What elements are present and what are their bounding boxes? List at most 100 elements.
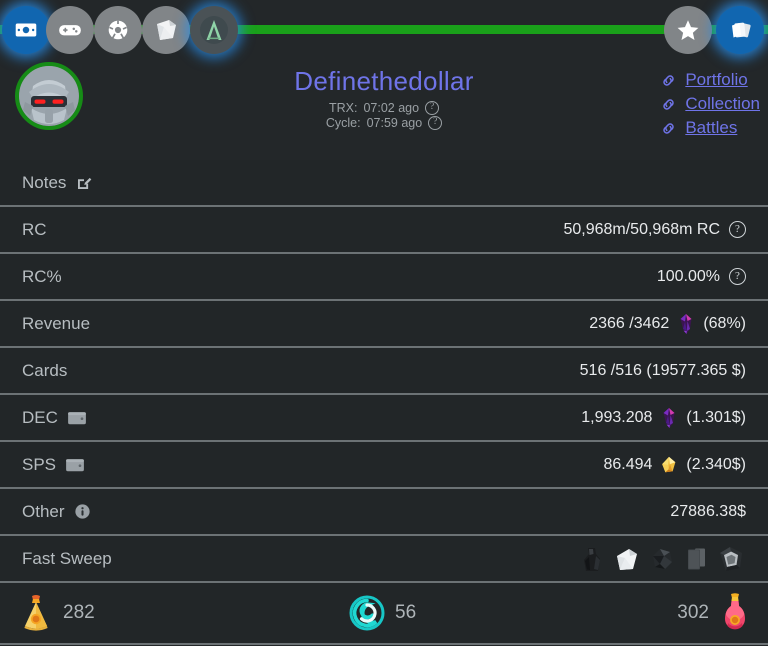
framed-card-icon[interactable]: [716, 544, 746, 574]
potion-dark-icon[interactable]: [580, 544, 606, 574]
fast-sweep-icon-group: [580, 544, 746, 574]
robot-face-icon: [19, 66, 79, 126]
pack-icon-button[interactable]: [142, 6, 190, 54]
trx-help-icon[interactable]: ?: [425, 101, 440, 115]
row-cards-value-group: 516 /516 (19577.365 $): [580, 362, 746, 380]
row-rc[interactable]: RC 50,968m/50,968m RC ?: [0, 207, 768, 254]
link-portfolio-label: Portfolio: [685, 70, 748, 89]
page-title: Definethedollar: [294, 66, 474, 96]
wallet-icon[interactable]: [65, 457, 85, 473]
money-icon: [13, 17, 39, 43]
cycle-label: Cycle:: [325, 116, 361, 130]
teal-vortex-icon: [349, 595, 385, 631]
info-icon[interactable]: [74, 503, 91, 520]
footer-right-value: 302: [677, 602, 709, 623]
link-collection-label: Collection: [685, 94, 760, 113]
trx-line: TRX: 07:02 ago ?: [0, 101, 768, 115]
row-fast-sweep[interactable]: Fast Sweep: [0, 536, 768, 583]
alpha-icon-button[interactable]: [190, 6, 238, 54]
cycle-help-icon[interactable]: ?: [428, 116, 443, 130]
link-collection[interactable]: Collection: [660, 94, 760, 114]
footer-left-cell[interactable]: 282: [18, 593, 95, 633]
row-dec-value: 1,993.208: [581, 408, 653, 426]
top-icon-bar: [0, 0, 768, 60]
link-chain-icon: [663, 74, 675, 86]
row-cards[interactable]: Cards 516 /516 (19577.365 $): [0, 348, 768, 395]
row-rc-label-group: RC: [22, 220, 47, 240]
star-icon: [675, 17, 701, 43]
footer-bar: 282 56 302: [0, 583, 768, 645]
top-icons-group: [0, 0, 768, 60]
avatar[interactable]: [15, 62, 83, 130]
rc-help-icon[interactable]: ?: [729, 221, 746, 238]
stats-list: Notes RC 50,968m/50,968m RC ? RC% 100.00…: [0, 160, 768, 583]
footer-right-cell[interactable]: 302: [677, 592, 752, 634]
link-battles[interactable]: Battles: [660, 118, 737, 138]
cards-icon-button[interactable]: [716, 6, 764, 54]
row-rc-percent[interactable]: RC% 100.00% ?: [0, 254, 768, 301]
crumpled-item-icon[interactable]: [648, 544, 676, 574]
dec-crystal-icon: [680, 313, 692, 334]
row-cards-label-group: Cards: [22, 361, 67, 381]
wallet-icon[interactable]: [67, 410, 87, 426]
row-dec[interactable]: DEC 1,993.208 (1.301$): [0, 395, 768, 442]
footer-mid-cell[interactable]: 56: [348, 594, 416, 632]
link-portfolio[interactable]: Portfolio: [660, 70, 748, 90]
trx-label: TRX:: [328, 101, 358, 115]
row-sps-label-group: SPS: [22, 455, 85, 475]
row-dec-label-group: DEC: [22, 408, 87, 428]
rc-percent-help-icon[interactable]: ?: [729, 268, 746, 285]
external-links: Portfolio Collection Battles: [660, 70, 760, 138]
row-dec-value-group: 1,993.208 (1.301$): [581, 407, 746, 429]
row-revenue-value-group: 2366 /3462 (68%): [589, 313, 746, 335]
gold-pouch-icon: [24, 595, 48, 631]
white-pack-icon[interactable]: [613, 544, 641, 574]
app-root: Definethedollar TRX: 07:02 ago ? Cycle: …: [0, 0, 768, 646]
row-rc-percent-value: 100.00%: [656, 267, 720, 285]
sps-crystal-icon: [662, 456, 676, 472]
footer-left-value: 282: [63, 602, 95, 623]
trx-value: 07:02 ago: [363, 101, 420, 115]
row-other-label-group: Other: [22, 502, 91, 522]
profile-header: Definethedollar TRX: 07:02 ago ? Cycle: …: [0, 60, 768, 160]
row-sps[interactable]: SPS 86.494 (2.340$): [0, 442, 768, 489]
cycle-value: 07:59 ago: [366, 116, 423, 130]
row-revenue-label: Revenue: [22, 313, 91, 333]
row-dec-label: DEC: [22, 407, 58, 427]
row-revenue[interactable]: Revenue 2366 /3462 (68%): [0, 301, 768, 348]
alpha-icon: [199, 15, 229, 45]
row-sps-value-group: 86.494 (2.340$): [603, 454, 746, 476]
row-dec-usd: (1.301$): [686, 408, 746, 426]
card-stack-icon[interactable]: [683, 544, 709, 574]
money-icon-button[interactable]: [2, 6, 50, 54]
link-battles-label: Battles: [685, 118, 738, 137]
row-cards-label: Cards: [22, 360, 68, 380]
row-fast-sweep-label-group: Fast Sweep: [22, 549, 112, 569]
row-sps-value: 86.494: [603, 455, 653, 473]
row-notes[interactable]: Notes: [0, 160, 768, 207]
row-cards-value: 516 /516 (19577.365 $): [579, 361, 746, 379]
ball-icon-button[interactable]: [94, 6, 142, 54]
row-rc-value-group: 50,968m/50,968m RC ?: [563, 221, 746, 239]
row-other[interactable]: Other 27886.38$: [0, 489, 768, 536]
row-rc-percent-label-group: RC%: [22, 267, 62, 287]
row-other-label: Other: [22, 501, 65, 521]
link-chain-icon: [663, 122, 675, 134]
title-block: Definethedollar TRX: 07:02 ago ? Cycle: …: [0, 60, 768, 130]
row-sps-usd: (2.340$): [686, 455, 746, 473]
row-other-value: 27886.38$: [670, 502, 746, 520]
ball-icon: [106, 18, 130, 42]
row-rc-value: 50,968m/50,968m RC: [563, 220, 720, 238]
link-chain-icon: [663, 98, 675, 110]
gamepad-icon-button[interactable]: [46, 6, 94, 54]
red-potion-icon: [725, 593, 745, 630]
row-revenue-value: 2366 /3462: [589, 314, 670, 332]
row-revenue-label-group: Revenue: [22, 314, 90, 334]
star-icon-button[interactable]: [664, 6, 712, 54]
row-rc-label: RC: [22, 219, 47, 239]
edit-icon[interactable]: [75, 174, 93, 192]
row-revenue-pct: (68%): [703, 314, 746, 332]
row-other-value-group: 27886.38$: [670, 503, 746, 521]
footer-mid-value: 56: [395, 602, 417, 623]
row-rc-percent-label: RC%: [22, 266, 62, 286]
